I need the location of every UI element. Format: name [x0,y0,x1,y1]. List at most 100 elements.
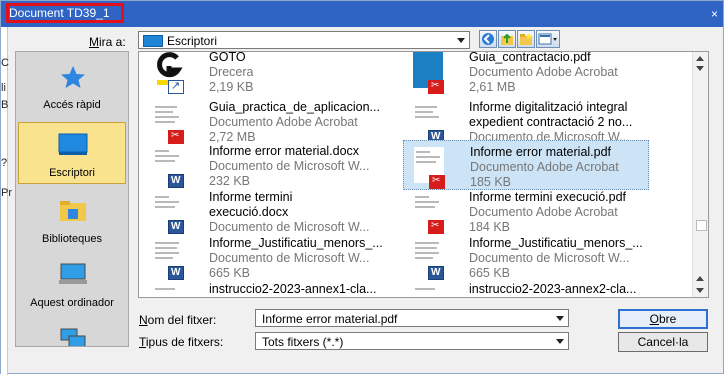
file-size: 665 KB [209,266,251,280]
file-name: Informe termini [209,190,293,204]
strip-text: li [1,82,6,94]
file-name: instruccio2-2023-annex2-cla... [469,282,637,296]
file-item[interactable]: Informe termini execució.docx Documento … [143,190,389,240]
file-type: Documento Adobe Acrobat [469,205,618,219]
place-label: Biblioteques [42,233,102,245]
file-thumbnail [153,284,183,297]
title-bar[interactable]: Document TD39_1 × [1,1,723,27]
strip-text: ? [1,157,8,169]
file-item[interactable]: instruccio2-2023-annex2-cla... [403,282,649,297]
file-item[interactable]: Informe_Justificatiu_menors_... Document… [143,236,389,286]
shortcut-icon [168,79,184,94]
cancel-button[interactable]: Cancel·la [618,332,708,352]
file-name: Guia_practica_de_aplicacion... [209,100,380,114]
chevron-down-icon[interactable] [556,316,564,321]
look-in-label: Mira a: [89,35,126,49]
file-size: 665 KB [469,266,511,280]
file-name: Informe digitalització integral [469,100,628,114]
close-icon[interactable]: × [711,7,721,21]
file-name: Informe error material.pdf [470,145,612,159]
place-this-pc[interactable]: Aquest ordinador [18,252,126,314]
strip-text: C [1,57,9,69]
file-type-dropdown[interactable]: Tots fitxers (*.*) [255,332,569,350]
chevron-down-icon[interactable] [556,339,564,344]
file-item[interactable]: Guia_practica_de_aplicacion... Documento… [143,100,389,150]
file-thumbnail [413,284,443,297]
strip-text: B [1,99,9,111]
file-name: Informe termini execució.pdf [469,190,627,204]
word-icon [168,220,184,234]
word-icon [168,174,184,188]
file-item[interactable]: Informe termini execució.pdf Documento A… [403,190,649,240]
file-name-combobox[interactable]: Informe error material.pdf [255,309,569,327]
back-icon[interactable] [479,30,497,48]
open-button[interactable]: Obre [618,309,708,329]
file-size: 232 KB [209,174,251,188]
up-folder-icon[interactable] [498,30,516,48]
file-size: 184 KB [469,220,511,234]
chevron-down-icon [457,38,465,43]
file-type: Drecera [209,65,254,79]
desktop-icon [58,133,88,157]
place-label: Accés ràpid [43,99,101,111]
file-size: 2,61 MB [469,80,516,94]
place-quick-access[interactable]: Accés ràpid [18,54,126,116]
view-menu-icon[interactable] [536,30,560,48]
file-name: Guia_contractacio.pdf [469,51,591,64]
pdf-icon [429,175,445,189]
file-size: 2,19 KB [209,80,254,94]
file-type: Documento de Microsoft W... [209,159,370,173]
file-item[interactable]: Informe_Justificatiu_menors_... Document… [403,236,649,286]
scroll-thumb[interactable] [696,220,707,231]
pdf-icon [168,130,184,144]
file-name-value: Informe error material.pdf [262,312,398,326]
background-app-strip: C li B ? Pr [1,27,12,375]
file-type: Documento Adobe Acrobat [469,65,618,79]
file-item[interactable]: Guia_contractacio.pdf Documento Adobe Ac… [403,51,649,100]
file-name-label: Nom del fitxer: [139,313,217,327]
word-icon [168,266,184,280]
file-name: instruccio2-2023-annex1-cla... [209,282,377,296]
file-name: GOTO [209,51,246,64]
file-name: Informe error material.docx [209,144,360,158]
file-type: Documento Adobe Acrobat [209,115,358,129]
file-item-selected[interactable]: Informe error material.pdf Documento Ado… [403,140,649,190]
scroll-down-icon[interactable] [696,66,704,71]
place-label: Aquest ordinador [30,297,114,309]
window-title: Document TD39_1 [9,6,110,20]
scroll-up-icon[interactable] [696,56,704,61]
file-item[interactable]: Informe error material.docx Documento de… [143,144,389,194]
file-type-label: Tipus de fitxers: [139,335,224,349]
new-folder-icon[interactable] [517,30,535,48]
scroll-down-icon[interactable] [696,288,704,293]
open-file-dialog: Document TD39_1 × C li B ? Pr Mira a: Es… [0,0,724,375]
network-icon [58,327,88,346]
file-type: Documento de Microsoft W... [209,251,370,265]
place-desktop[interactable]: Escriptori [18,122,126,184]
file-item[interactable]: GOTO Drecera 2,19 KB [143,51,389,100]
star-icon [58,65,88,89]
file-name-line2: expedient contractació 2 no... [469,115,633,129]
file-list[interactable]: GOTO Drecera 2,19 KB Guia_contractacio.p… [138,51,709,298]
file-list-scrollbar[interactable] [692,52,708,297]
desktop-icon [143,35,163,47]
file-type: Documento de Microsoft W... [209,220,370,234]
look-in-value: Escriptori [167,34,218,48]
file-name: Informe_Justificatiu_menors_... [469,236,643,250]
strip-text: Pr [1,187,12,199]
word-icon [428,266,444,280]
places-bar: Accés ràpid Escriptori Biblioteques Aque… [15,51,129,347]
place-network[interactable] [18,316,126,346]
look-in-dropdown[interactable]: Escriptori [138,31,470,49]
file-size: 2,72 MB [209,130,256,144]
pdf-icon [428,80,444,94]
place-libraries[interactable]: Biblioteques [18,188,126,250]
file-name: Informe_Justificatiu_menors_... [209,236,383,250]
file-name-line2: execució.docx [209,205,289,219]
file-item[interactable]: instruccio2-2023-annex1-cla... [143,282,389,297]
file-type-value: Tots fitxers (*.*) [262,335,344,349]
computer-icon [58,263,88,287]
scroll-up-icon[interactable] [696,276,704,281]
pdf-icon [428,220,444,234]
folder-icon [58,199,88,223]
